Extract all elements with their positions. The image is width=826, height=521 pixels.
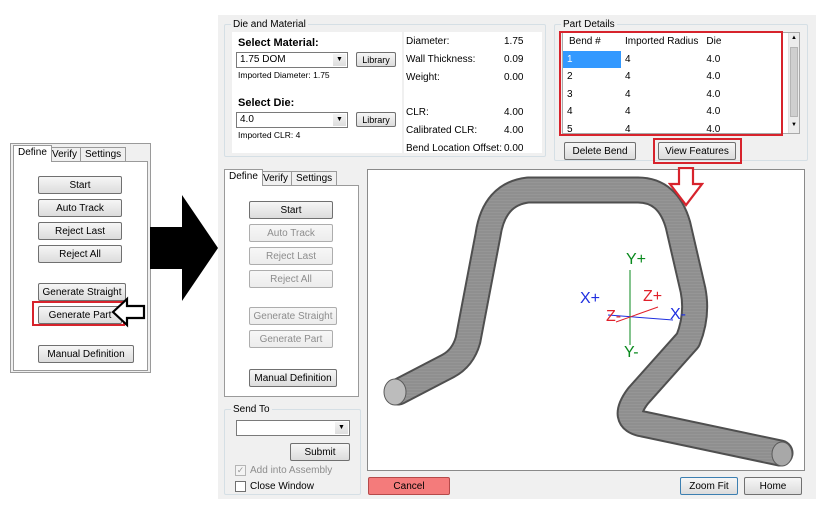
select-die-label: Select Die:	[238, 97, 295, 109]
table-scrollbar[interactable]: ▲ ▼	[788, 33, 799, 133]
chevron-down-icon: ▼	[333, 54, 346, 66]
reject-all-button[interactable]: Reject All	[249, 270, 333, 288]
auto-track-button[interactable]: Auto Track	[249, 224, 333, 242]
bend-table-highlight	[559, 31, 783, 136]
axis-z-minus: Z-	[606, 308, 622, 325]
start-button[interactable]: Start	[38, 176, 122, 194]
auto-track-button[interactable]: Auto Track	[38, 199, 122, 217]
manual-definition-button[interactable]: Manual Definition	[38, 345, 134, 363]
die-material-title: Die and Material	[231, 19, 308, 30]
tab-verify[interactable]: Verify	[47, 147, 83, 162]
reject-all-button[interactable]: Reject All	[38, 245, 122, 263]
cancel-button[interactable]: Cancel	[368, 477, 450, 495]
view-features-highlight	[653, 138, 742, 164]
diameter-value: 1.75	[504, 36, 524, 47]
chevron-down-icon: ▼	[333, 114, 346, 126]
close-window-checkbox[interactable]	[235, 481, 246, 492]
add-into-assembly-checkbox[interactable]: ✓	[235, 465, 246, 476]
material-select[interactable]: 1.75 DOM ▼	[236, 52, 348, 68]
calibrated-clr-value: 4.00	[504, 125, 524, 136]
wall-thickness-label: Wall Thickness:	[406, 54, 476, 65]
tab-verify[interactable]: Verify	[258, 171, 294, 186]
bent-tube-model	[383, 176, 794, 467]
tab-settings[interactable]: Settings	[291, 171, 338, 186]
material-select-value: 1.75 DOM	[240, 54, 286, 65]
generate-part-button[interactable]: Generate Part	[249, 330, 333, 348]
select-material-label: Select Material:	[238, 37, 319, 49]
zoom-fit-button[interactable]: Zoom Fit	[680, 477, 738, 495]
imported-diameter-text: Imported Diameter: 1.75	[238, 70, 330, 80]
send-to-select[interactable]: ▼	[236, 420, 350, 436]
calibrated-clr-label: Calibrated CLR:	[406, 125, 478, 136]
weight-value: 0.00	[504, 72, 524, 83]
diameter-label: Diameter:	[406, 36, 450, 47]
submit-button[interactable]: Submit	[290, 443, 350, 461]
close-window-label: Close Window	[250, 481, 314, 492]
axis-z-plus: Z+	[643, 288, 663, 305]
home-button[interactable]: Home	[744, 477, 802, 495]
material-library-button[interactable]: Library	[356, 52, 396, 67]
viewport-3d[interactable]: Y+ Y- X+ X- Z+ Z-	[367, 169, 805, 471]
hollow-arrow-down-icon	[668, 167, 704, 207]
axis-y-minus: Y-	[624, 344, 639, 361]
add-into-assembly-label: Add into Assembly	[250, 465, 333, 476]
axis-x-plus: X+	[580, 290, 601, 307]
bend-location-offset-value: 0.00	[504, 143, 524, 154]
reject-last-button[interactable]: Reject Last	[38, 222, 122, 240]
die-select-value: 4.0	[240, 114, 254, 125]
tab-settings[interactable]: Settings	[80, 147, 127, 162]
big-arrow-right-icon	[150, 195, 218, 301]
tab-define[interactable]: Define	[13, 145, 52, 162]
bend-location-offset-label: Bend Location Offset:	[406, 143, 502, 154]
small-define-window: Define Verify Settings Start Auto Track …	[10, 143, 151, 373]
die-select[interactable]: 4.0 ▼	[236, 112, 348, 128]
scroll-thumb[interactable]	[790, 47, 798, 117]
generate-straight-button[interactable]: Generate Straight	[249, 307, 337, 325]
chevron-down-icon: ▼	[335, 422, 348, 434]
tab-define[interactable]: Define	[224, 169, 263, 186]
reject-last-button[interactable]: Reject Last	[249, 247, 333, 265]
axis-x-minus: X-	[670, 306, 686, 323]
imported-clr-text: Imported CLR: 4	[238, 130, 301, 140]
start-button[interactable]: Start	[249, 201, 333, 219]
manual-definition-button[interactable]: Manual Definition	[249, 369, 337, 387]
clr-value: 4.00	[504, 107, 524, 118]
clr-label: CLR:	[406, 107, 429, 118]
weight-label: Weight:	[406, 72, 440, 83]
part-details-title: Part Details	[561, 19, 617, 30]
scroll-down-icon[interactable]: ▼	[791, 122, 797, 128]
define-panel-body: Start Auto Track Reject Last Reject All …	[224, 185, 359, 397]
scroll-up-icon[interactable]: ▲	[791, 35, 797, 41]
main-window: Die and Material Select Material: 1.75 D…	[218, 15, 816, 499]
delete-bend-button[interactable]: Delete Bend	[564, 142, 636, 160]
send-to-title: Send To	[231, 404, 272, 415]
hollow-arrow-left-icon	[111, 296, 146, 328]
axis-y-plus: Y+	[626, 251, 647, 268]
die-library-button[interactable]: Library	[356, 112, 396, 127]
wall-thickness-value: 0.09	[504, 54, 524, 65]
small-define-body: Start Auto Track Reject Last Reject All …	[13, 161, 148, 371]
